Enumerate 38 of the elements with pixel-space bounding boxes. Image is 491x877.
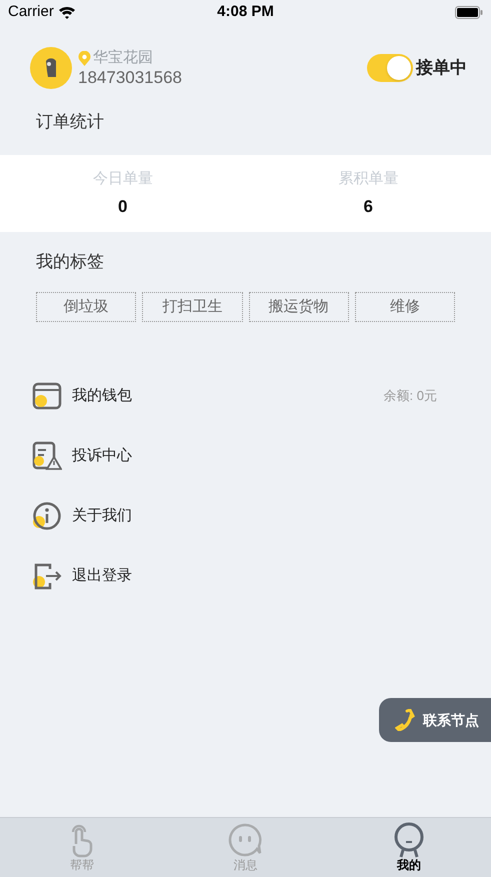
menu-label: 投诉中心 bbox=[72, 446, 133, 466]
tag: 打扫卫生 bbox=[142, 292, 242, 322]
location-text: 华宝花园 bbox=[93, 48, 153, 68]
document-warning-icon bbox=[32, 441, 62, 471]
stat-label: 今日单量 bbox=[92, 168, 153, 188]
stat-value: 0 bbox=[118, 196, 128, 218]
location-pin-icon bbox=[78, 50, 91, 66]
carrier-label: Carrier bbox=[8, 2, 54, 22]
tag: 倒垃圾 bbox=[36, 292, 136, 322]
wifi-icon bbox=[58, 6, 76, 19]
tag: 搬运货物 bbox=[248, 292, 349, 322]
toggle-label: 接单中 bbox=[416, 57, 467, 80]
menu-item[interactable]: 投诉中心 bbox=[0, 426, 491, 486]
logout-icon bbox=[32, 561, 62, 591]
menu-label: 退出登录 bbox=[72, 566, 133, 586]
wallet-icon bbox=[32, 381, 62, 411]
tab[interactable]: 我的 bbox=[327, 818, 491, 877]
section-title: 订单统计 bbox=[36, 111, 104, 134]
menu-label: 关于我们 bbox=[72, 506, 133, 526]
section-title: 我的标签 bbox=[36, 251, 104, 274]
stat-value: 6 bbox=[364, 196, 373, 218]
person-icon bbox=[392, 822, 426, 858]
menu-item[interactable]: 我的钱包 余额: 0元 bbox=[0, 366, 491, 426]
menu-item[interactable]: 关于我们 bbox=[0, 486, 491, 546]
avatar bbox=[30, 47, 72, 89]
battery-icon bbox=[454, 6, 483, 19]
info-icon bbox=[32, 501, 62, 531]
phone-number: 18473031568 bbox=[78, 68, 182, 88]
phone-icon bbox=[395, 709, 415, 731]
clock: 4:08 PM bbox=[217, 2, 274, 22]
tag: 维修 bbox=[354, 292, 455, 322]
menu-label: 我的钱包 bbox=[72, 386, 133, 406]
stat-label: 累积单量 bbox=[338, 168, 398, 188]
accept-orders-toggle[interactable] bbox=[367, 54, 413, 82]
contact-button[interactable]: 联系节点 bbox=[379, 698, 491, 742]
chat-bubble-icon bbox=[228, 822, 262, 858]
balance-text: 余额: 0元 bbox=[384, 387, 437, 406]
menu-item[interactable]: 退出登录 bbox=[0, 546, 491, 606]
